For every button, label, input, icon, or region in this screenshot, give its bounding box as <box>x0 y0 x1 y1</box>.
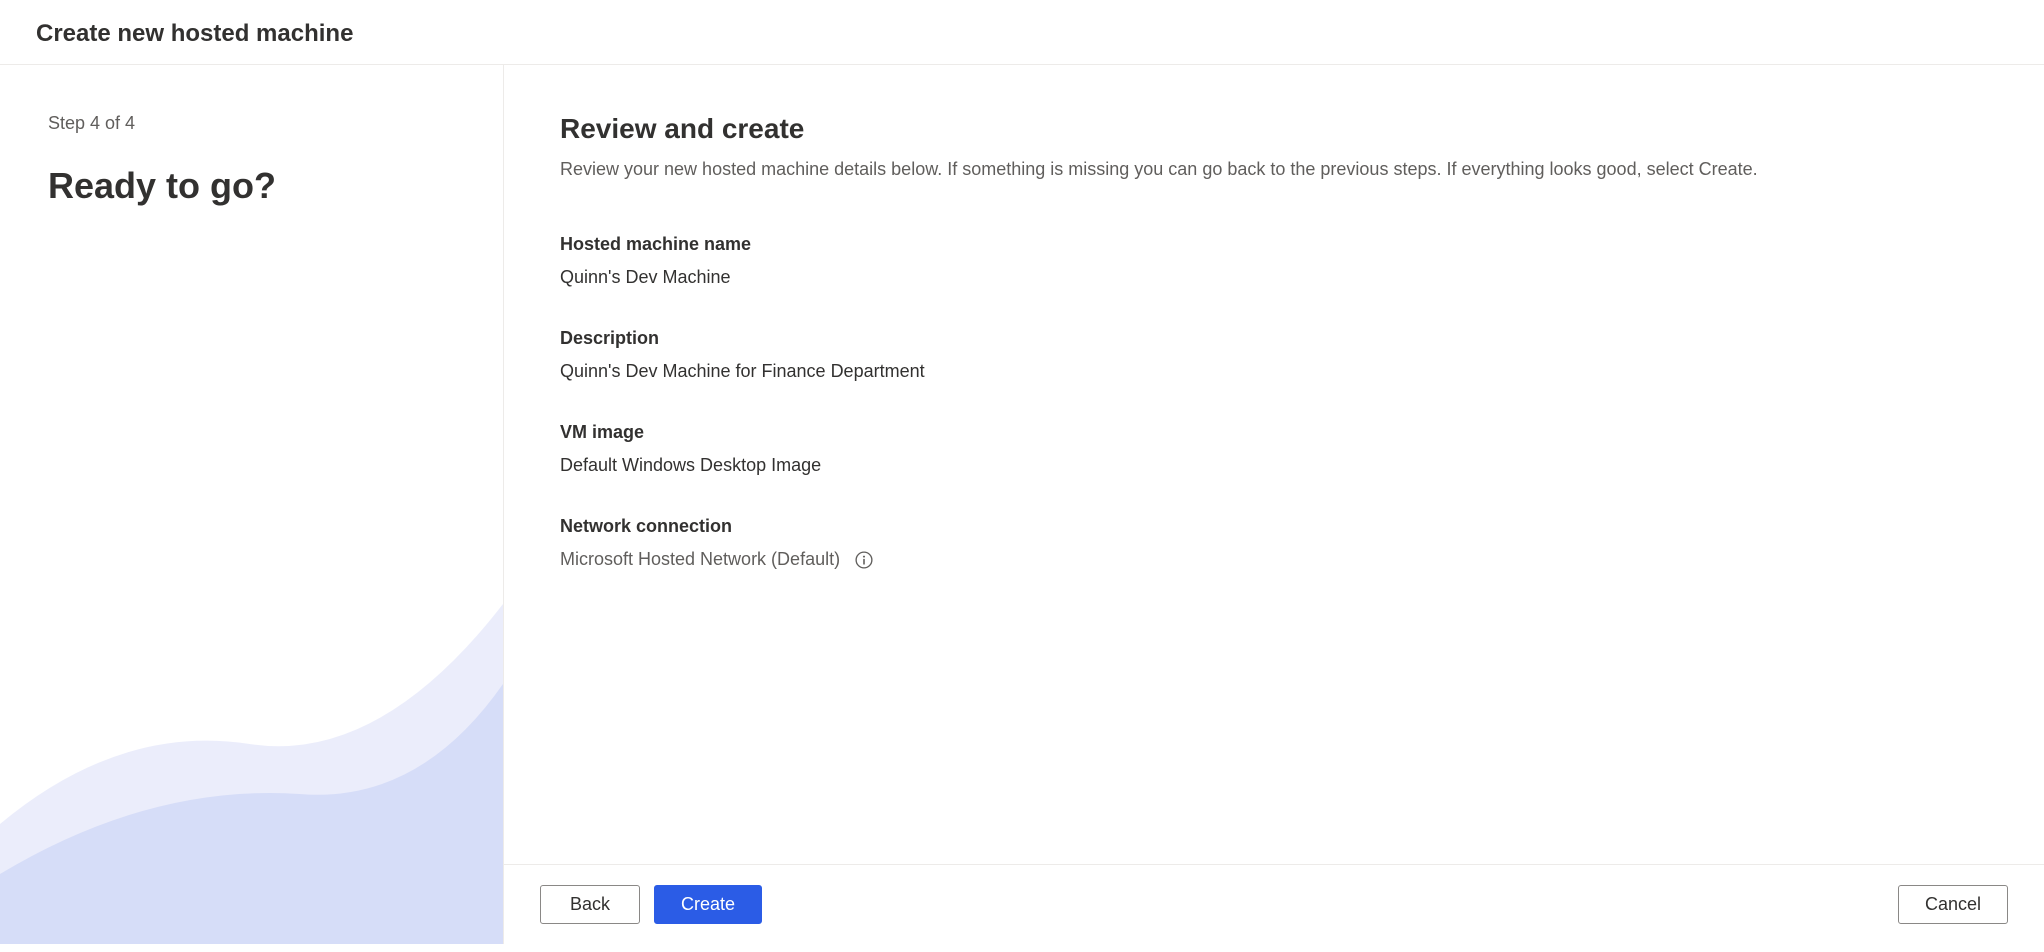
field-value: Default Windows Desktop Image <box>560 455 1988 476</box>
main-content: Review and create Review your new hosted… <box>560 113 1988 944</box>
field-value: Microsoft Hosted Network (Default) <box>560 549 1988 570</box>
footer-left: Back Create <box>540 885 762 924</box>
info-icon[interactable] <box>854 550 874 570</box>
field-label: Hosted machine name <box>560 234 1988 255</box>
back-button[interactable]: Back <box>540 885 640 924</box>
wizard-sidebar: Step 4 of 4 Ready to go? <box>0 65 504 944</box>
content-wrapper: Step 4 of 4 Ready to go? Review and crea… <box>0 65 2044 944</box>
cancel-button[interactable]: Cancel <box>1898 885 2008 924</box>
field-label: Description <box>560 328 1988 349</box>
field-label: Network connection <box>560 516 1988 537</box>
sidebar-heading: Ready to go? <box>48 164 455 207</box>
create-button[interactable]: Create <box>654 885 762 924</box>
field-vm-image: VM image Default Windows Desktop Image <box>560 422 1988 476</box>
main-title: Review and create <box>560 113 1988 145</box>
wave-decoration <box>0 544 503 944</box>
field-network-connection: Network connection Microsoft Hosted Netw… <box>560 516 1988 570</box>
network-value-text: Microsoft Hosted Network (Default) <box>560 549 840 570</box>
step-indicator: Step 4 of 4 <box>48 113 455 134</box>
field-description: Description Quinn's Dev Machine for Fina… <box>560 328 1988 382</box>
main-description: Review your new hosted machine details b… <box>560 157 1988 182</box>
page-header: Create new hosted machine <box>0 0 2044 65</box>
field-hosted-machine-name: Hosted machine name Quinn's Dev Machine <box>560 234 1988 288</box>
wizard-footer: Back Create Cancel <box>504 864 2044 944</box>
field-value: Quinn's Dev Machine <box>560 267 1988 288</box>
main-panel: Review and create Review your new hosted… <box>504 65 2044 944</box>
field-value: Quinn's Dev Machine for Finance Departme… <box>560 361 1988 382</box>
field-label: VM image <box>560 422 1988 443</box>
footer-right: Cancel <box>1898 885 2008 924</box>
page-title: Create new hosted machine <box>36 20 2008 48</box>
